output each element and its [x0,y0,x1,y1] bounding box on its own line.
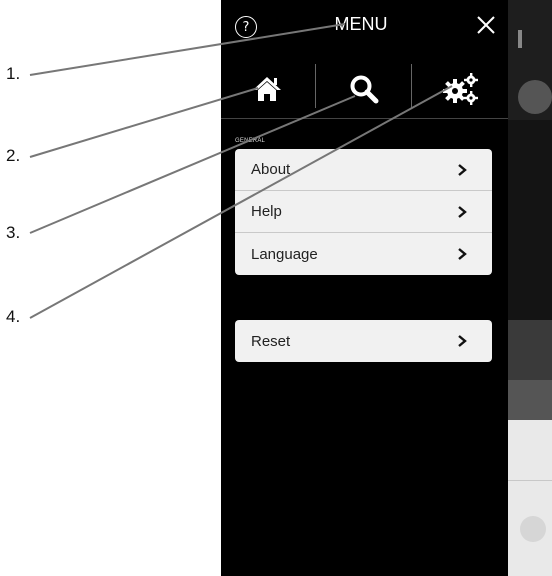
menu-item-language[interactable]: Language [235,233,492,275]
search-icon [350,75,379,104]
question-circle-icon[interactable]: ? [235,16,257,38]
menu-item-reset[interactable]: Reset [235,320,492,362]
background-divider [508,480,552,481]
chevron-right-icon [458,164,467,176]
search-button[interactable] [334,66,394,112]
background-mark [518,30,522,48]
close-icon[interactable] [473,12,499,38]
toolbar-divider [315,64,316,108]
menu-toolbar [221,60,508,119]
menu-item-about[interactable]: About [235,149,492,191]
general-settings-group: About Help Language [235,149,492,275]
background-block [508,120,552,320]
toolbar-divider [411,64,412,108]
menu-header: ? MENU [221,0,508,60]
callout-number-4: 4. [6,307,21,326]
background-circle [520,516,546,542]
chevron-right-icon [458,248,467,260]
callout-number-2: 2. [6,146,21,165]
background-knob [518,80,552,114]
gears-icon [443,73,478,105]
callout-number-3: 3. [6,223,21,242]
menu-item-help[interactable]: Help [235,191,492,233]
background-app [508,0,552,576]
home-button[interactable] [237,66,297,112]
menu-item-label: Help [251,203,282,220]
menu-item-label: About [251,161,291,178]
background-block [508,320,552,380]
home-icon [253,77,281,101]
side-menu-panel: ? MENU GENERAL About Help Language Reset [221,0,508,576]
help-glyph: ? [242,19,250,35]
background-block [508,420,552,576]
menu-item-label: Language [251,245,318,263]
menu-title: MENU [334,14,388,34]
reset-group: Reset [235,320,492,362]
callout-number-1: 1. [6,64,21,83]
chevron-right-icon [458,335,467,347]
chevron-right-icon [458,206,467,218]
settings-button[interactable] [431,66,491,112]
menu-item-label: Reset [251,332,291,350]
section-label-general: GENERAL [235,138,266,144]
background-block [508,380,552,420]
